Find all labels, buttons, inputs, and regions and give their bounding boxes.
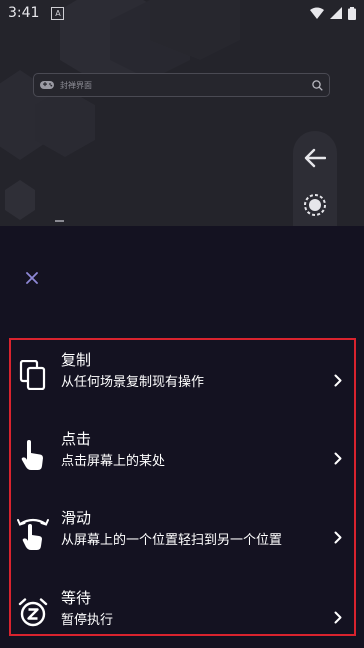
close-button[interactable]: [22, 268, 42, 288]
record-button[interactable]: [293, 185, 337, 227]
search-icon[interactable]: [312, 79, 323, 91]
back-button[interactable]: [293, 137, 337, 179]
tap-icon: [17, 439, 49, 471]
status-icons: [310, 6, 356, 20]
chevron-right-icon: [331, 373, 345, 387]
record-icon: [304, 194, 326, 217]
battery-icon: [348, 6, 356, 20]
action-item-wait[interactable]: 等待 暂停执行: [11, 588, 354, 648]
search-placeholder: 封禅界面: [60, 80, 92, 90]
close-icon: [26, 272, 38, 284]
action-description: 从屏幕上的一个位置轻扫到另一个位置: [61, 533, 283, 548]
action-item-copy[interactable]: 复制 从任何场景复制现有操作: [11, 350, 354, 410]
signal-icon: [330, 7, 342, 19]
status-time: 3:41: [8, 5, 40, 21]
action-title: 等待: [61, 589, 92, 607]
floating-control-panel: [293, 131, 337, 226]
gamepad-icon: [40, 81, 54, 89]
action-description: 暂停执行: [61, 613, 114, 628]
action-text: 滑动 从屏幕上的一个位置轻扫到另一个位置: [61, 508, 282, 551]
status-bar: 3:41 A: [0, 0, 364, 26]
action-item-tap[interactable]: 点击 点击屏幕上的某处: [11, 429, 354, 489]
chevron-right-icon: [331, 451, 345, 465]
swipe-icon: [17, 518, 49, 550]
action-text: 点击 点击屏幕上的某处: [61, 429, 165, 472]
add-action-sheet: 复制 从任何场景复制现有操作 点击 点击屏幕上的某处 滑动 从屏幕上的一个位置轻…: [0, 226, 364, 647]
action-title: 点击: [61, 430, 92, 448]
alarm-z-icon: [17, 597, 49, 629]
chevron-right-icon: [331, 530, 345, 544]
copy-icon: [17, 359, 49, 391]
action-list: 复制 从任何场景复制现有操作 点击 点击屏幕上的某处 滑动 从屏幕上的一个位置轻…: [9, 338, 356, 636]
action-title: 复制: [61, 351, 92, 369]
action-text: 复制 从任何场景复制现有操作: [61, 350, 204, 393]
notification-badge: A: [51, 6, 65, 20]
wifi-icon: [310, 7, 324, 19]
action-title: 滑动: [61, 509, 92, 527]
back-arrow-icon: [304, 148, 326, 167]
search-bar[interactable]: 封禅界面: [33, 73, 330, 97]
partial-glyph: [55, 220, 64, 222]
app-background: 3:41 A 封禅界面: [0, 0, 364, 226]
action-item-swipe[interactable]: 滑动 从屏幕上的一个位置轻扫到另一个位置: [11, 508, 354, 568]
action-description: 点击屏幕上的某处: [61, 454, 166, 469]
action-description: 从任何场景复制现有操作: [61, 375, 205, 390]
chevron-right-icon: [331, 610, 345, 624]
action-text: 等待 暂停执行: [61, 588, 113, 631]
